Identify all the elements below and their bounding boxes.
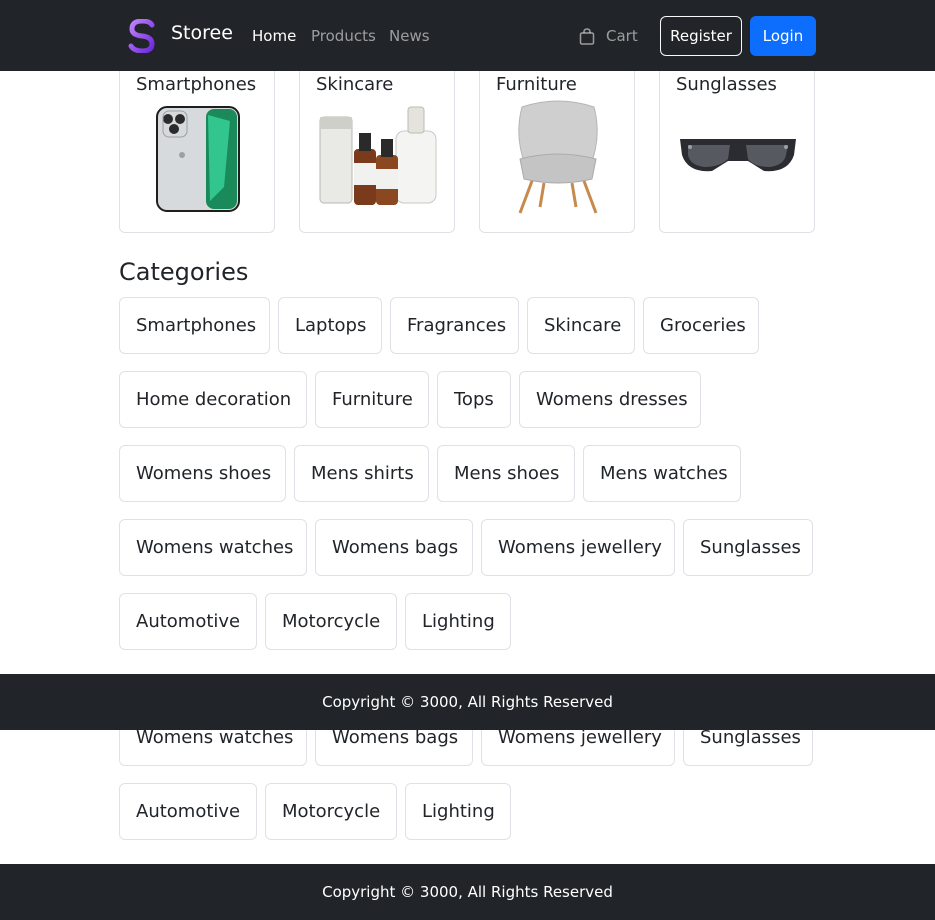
category-chip-home-decoration[interactable]: Home decoration xyxy=(119,371,307,428)
chip-label: Womens bags xyxy=(332,537,459,558)
category-chip-automotive[interactable]: Automotive xyxy=(119,593,257,650)
category-chip-laptops[interactable]: Laptops xyxy=(278,297,382,354)
chip-label: Mens shoes xyxy=(454,463,560,484)
categories-heading: Categories xyxy=(119,258,249,286)
product-card-skincare[interactable]: Skincare xyxy=(299,60,455,233)
category-chip-mens-shirts[interactable]: Mens shirts xyxy=(294,445,429,502)
navbar: Storee Home Products News Cart Register … xyxy=(0,0,935,71)
phone-image xyxy=(156,106,240,212)
footer-repeat: Copyright © 3000, All Rights Reserved xyxy=(0,864,935,920)
product-card-title: Sunglasses xyxy=(676,74,777,95)
chip-label: Womens watches xyxy=(136,727,294,748)
chip-label: Womens bags xyxy=(332,727,459,748)
chip-label: Womens dresses xyxy=(536,389,688,410)
category-chip-smartphones[interactable]: Smartphones xyxy=(119,297,270,354)
chip-label: Automotive xyxy=(136,611,241,632)
category-chip-fragrances[interactable]: Fragrances xyxy=(390,297,519,354)
footer-copyright: Copyright © 3000, All Rights Reserved xyxy=(322,693,613,711)
brand-name[interactable]: Storee xyxy=(171,22,233,44)
sunglasses-image xyxy=(680,139,796,172)
chip-label: Groceries xyxy=(660,315,746,336)
product-card-title: Smartphones xyxy=(136,74,257,95)
nav-link-products[interactable]: Products xyxy=(311,27,376,45)
product-card-title: Furniture xyxy=(496,74,577,95)
skincare-bottles-image xyxy=(319,106,437,205)
chip-label: Laptops xyxy=(295,315,367,336)
category-chip-motorcycle[interactable]: Motorcycle xyxy=(265,593,397,650)
category-chip-skincare[interactable]: Skincare xyxy=(527,297,635,354)
chip-label: Furniture xyxy=(332,389,413,410)
register-button[interactable]: Register xyxy=(660,16,742,56)
product-card-sunglasses[interactable]: Sunglasses xyxy=(659,60,815,233)
chip-label: Sunglasses xyxy=(700,537,801,558)
category-chip-lighting[interactable]: Lighting xyxy=(405,593,511,650)
chip-label: Womens shoes xyxy=(136,463,272,484)
category-chip-womens-dresses[interactable]: Womens dresses xyxy=(519,371,701,428)
product-card-smartphones[interactable]: Smartphones xyxy=(119,60,275,233)
chip-label: Home decoration xyxy=(136,389,292,410)
chip-label: Motorcycle xyxy=(282,611,381,632)
category-chip-furniture[interactable]: Furniture xyxy=(315,371,429,428)
category-chip-womens-shoes[interactable]: Womens shoes xyxy=(119,445,286,502)
chip-label: Sunglasses xyxy=(700,727,801,748)
chip-label: Womens jewellery xyxy=(498,727,662,748)
nav-link-news[interactable]: News xyxy=(389,27,430,45)
category-chip-mens-watches[interactable]: Mens watches xyxy=(583,445,741,502)
login-label: Login xyxy=(762,27,804,45)
product-card-title: Skincare xyxy=(316,74,394,95)
chip-label: Womens watches xyxy=(136,537,294,558)
footer: Copyright © 3000, All Rights Reserved xyxy=(0,674,935,730)
category-chip-lighting-repeat[interactable]: Lighting xyxy=(405,783,511,840)
cart-link[interactable]: Cart xyxy=(606,27,638,45)
category-chip-mens-shoes[interactable]: Mens shoes xyxy=(437,445,575,502)
shopping-bag-icon[interactable] xyxy=(579,28,595,45)
chip-label: Lighting xyxy=(422,801,495,822)
chip-label: Motorcycle xyxy=(282,801,381,822)
chip-label: Tops xyxy=(454,389,494,410)
category-chip-groceries[interactable]: Groceries xyxy=(643,297,759,354)
category-chip-motorcycle-repeat[interactable]: Motorcycle xyxy=(265,783,397,840)
chip-label: Mens watches xyxy=(600,463,728,484)
chip-label: Lighting xyxy=(422,611,495,632)
category-chip-automotive-repeat[interactable]: Automotive xyxy=(119,783,257,840)
login-button[interactable]: Login xyxy=(750,16,816,56)
chip-label: Automotive xyxy=(136,801,241,822)
category-chip-tops[interactable]: Tops xyxy=(437,371,511,428)
chip-label: Fragrances xyxy=(407,315,507,336)
chair-image xyxy=(518,100,598,214)
chip-label: Mens shirts xyxy=(311,463,414,484)
category-chip-sunglasses[interactable]: Sunglasses xyxy=(683,519,813,576)
chip-label: Skincare xyxy=(544,315,622,336)
footer-copyright: Copyright © 3000, All Rights Reserved xyxy=(322,883,613,901)
chip-label: Smartphones xyxy=(136,315,257,336)
register-label: Register xyxy=(670,27,732,45)
category-chip-womens-jewellery[interactable]: Womens jewellery xyxy=(481,519,675,576)
category-chip-womens-bags[interactable]: Womens bags xyxy=(315,519,473,576)
brand-logo-icon xyxy=(128,19,155,53)
category-chip-womens-watches[interactable]: Womens watches xyxy=(119,519,307,576)
nav-link-home[interactable]: Home xyxy=(252,27,296,45)
chip-label: Womens jewellery xyxy=(498,537,662,558)
product-card-furniture[interactable]: Furniture xyxy=(479,60,635,233)
